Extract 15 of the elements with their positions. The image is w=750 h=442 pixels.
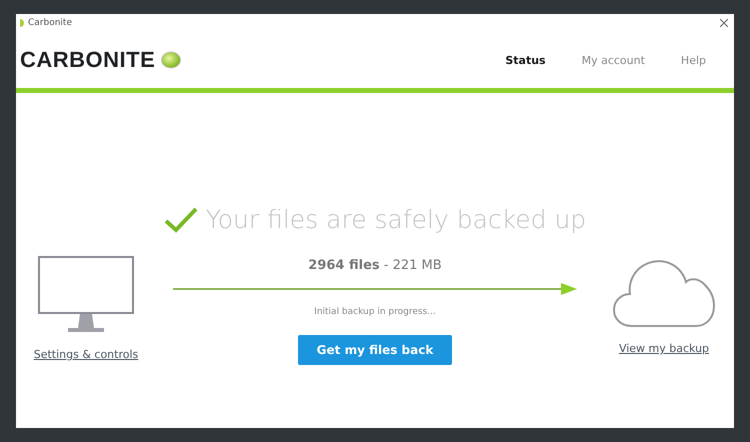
monitor-icon	[38, 256, 134, 334]
nav-tab[interactable]: Status	[505, 54, 546, 66]
progress-note: Initial backup in progress...	[314, 307, 436, 317]
logo-text: CARBONITE	[20, 47, 156, 73]
logo-ball-icon	[161, 51, 182, 69]
backup-summary: 2964 files - 221 MB	[308, 258, 442, 273]
window-title: Carbonite	[28, 18, 72, 28]
nav-tab[interactable]: Help	[680, 54, 706, 66]
status-headline: Your files are safely backed up	[206, 205, 586, 234]
app-icon	[20, 19, 24, 27]
checkmark-icon	[164, 206, 198, 232]
nav-tab[interactable]: My account	[582, 54, 645, 66]
view-backup-link[interactable]: View my backup	[618, 342, 710, 355]
close-icon[interactable]	[720, 19, 728, 27]
settings-link[interactable]: Settings & controls	[34, 348, 138, 361]
